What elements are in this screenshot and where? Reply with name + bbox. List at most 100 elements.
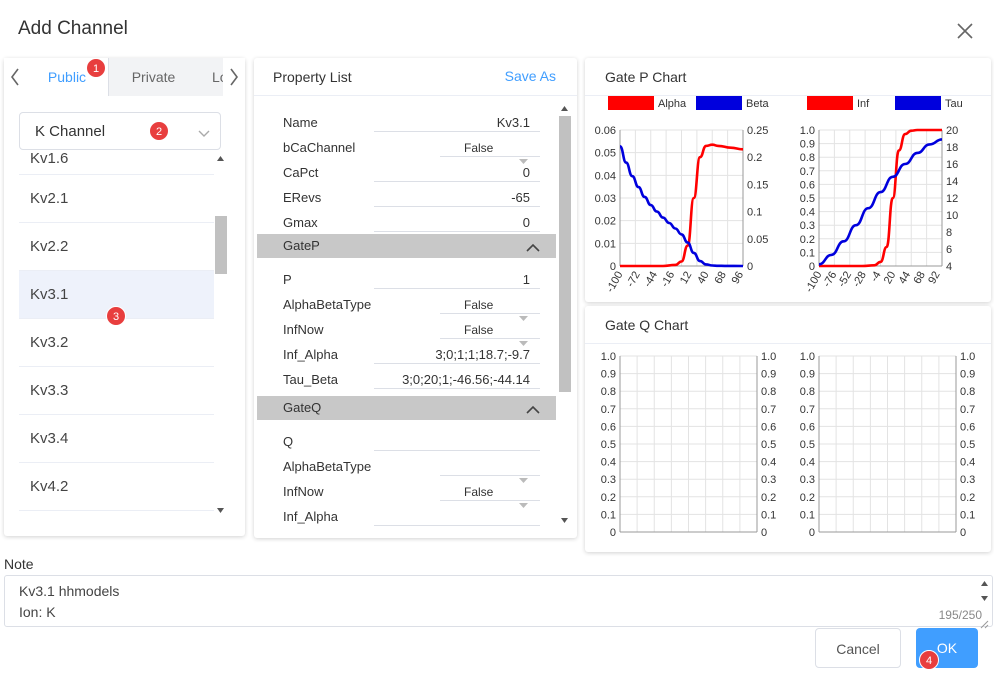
section-gatep[interactable]: GateP — [257, 234, 556, 258]
q-infnow-select[interactable]: False — [440, 479, 540, 508]
y-tick-label-left: 0.3 — [800, 220, 815, 232]
section-gateq[interactable]: GateQ — [257, 396, 556, 420]
prop-q-alphabetatype-row: AlphaBetaType — [254, 454, 556, 483]
close-icon[interactable] — [954, 20, 976, 42]
scroll-down-icon[interactable] — [978, 592, 991, 605]
scroll-up-icon[interactable] — [214, 152, 227, 165]
list-item[interactable]: Kv3.4 — [19, 415, 214, 463]
q-alphabetatype-select[interactable] — [440, 454, 540, 483]
gmax-field[interactable]: 0 — [374, 210, 540, 232]
scroll-thumb[interactable] — [215, 216, 227, 274]
list-item[interactable]: Kv2.1 — [19, 175, 214, 223]
tabs-prev-icon[interactable] — [4, 58, 26, 96]
prop-label: Tau_Beta — [283, 372, 338, 387]
y-tick-label-left: 0.4 — [800, 457, 815, 469]
prop-label: Gmax — [283, 215, 318, 230]
y-tick-label-left: 0.6 — [800, 179, 815, 191]
prop-alphabetatype-row: AlphaBetaType False — [254, 292, 556, 321]
x-tick-label: -52 — [836, 270, 854, 290]
y-tick-label-right: 18 — [946, 142, 958, 154]
y-tick-label-right: 0.2 — [960, 492, 975, 504]
y-tick-label-right: 0.05 — [747, 234, 768, 246]
chevron-up-icon[interactable] — [526, 401, 540, 417]
select-value: False — [464, 298, 494, 312]
list-item[interactable]: Kv4.2 — [19, 463, 214, 511]
y-tick-label-left: 1.0 — [800, 125, 815, 137]
y-tick-label-right: 0.15 — [747, 179, 768, 191]
y-tick-label-left: 0.02 — [595, 216, 616, 228]
y-tick-label-left: 0.2 — [800, 234, 815, 246]
y-tick-label-right: 0.4 — [960, 457, 975, 469]
q-field[interactable] — [374, 429, 540, 451]
list-item[interactable]: Kv1.6 — [19, 152, 214, 175]
x-tick-label: -72 — [624, 270, 642, 290]
select-value: False — [464, 141, 494, 155]
x-tick-label: -4 — [868, 270, 883, 284]
y-tick-label-right: 0.7 — [960, 404, 975, 416]
q-inf-alpha-field[interactable] — [374, 504, 540, 526]
y-tick-label-left: 0.4 — [601, 457, 616, 469]
tab-private[interactable]: Private — [108, 58, 198, 96]
tabs-next-icon[interactable] — [223, 58, 245, 96]
y-tick-label-left: 0.8 — [800, 386, 815, 398]
y-tick-label-left: 0.1 — [800, 247, 815, 259]
y-tick-label-right: 14 — [946, 176, 958, 188]
name-field[interactable]: Kv3.1 — [374, 110, 540, 132]
prop-label: InfNow — [283, 322, 324, 337]
gate-p-chart-header: Gate P Chart — [585, 58, 991, 96]
channel-list-scrollbar[interactable] — [214, 152, 227, 519]
prop-label: Name — [283, 115, 318, 130]
scroll-up-icon[interactable] — [978, 577, 991, 590]
y-tick-label-right: 0 — [960, 527, 966, 539]
x-tick-label: -44 — [642, 270, 660, 290]
scroll-down-icon[interactable] — [558, 514, 571, 527]
scroll-up-icon[interactable] — [558, 102, 571, 115]
y-tick-label-left: 0.6 — [800, 421, 815, 433]
step-badge-3: 3 — [106, 306, 126, 326]
y-tick-label-left: 1.0 — [601, 351, 616, 363]
list-item[interactable]: Kv2.2 — [19, 223, 214, 271]
channel-list: Kv1.6 Kv2.1 Kv2.2 Kv3.1 Kv3.2 Kv3.3 Kv3.… — [19, 152, 214, 519]
save-as-link[interactable]: Save As — [505, 68, 556, 84]
legend-label: Alpha — [658, 98, 687, 110]
cancel-button[interactable]: Cancel — [815, 628, 901, 668]
prop-capct-row: CaPct 0 — [254, 160, 556, 185]
scroll-thumb[interactable] — [559, 116, 571, 392]
list-item[interactable]: Kv3.2 — [19, 319, 214, 367]
select-value: False — [464, 485, 494, 499]
note-textarea[interactable]: Kv3.1 hhmodels Ion: K 195/250 — [4, 575, 993, 629]
alphabetatype-select[interactable]: False — [440, 292, 540, 321]
prop-p-row: P 1 — [254, 267, 556, 292]
list-item[interactable]: Kv3.3 — [19, 367, 214, 415]
y-tick-label-left: 0.3 — [601, 474, 616, 486]
gate-p-chart: 00.010.020.030.040.050.0600.050.10.150.2… — [595, 96, 963, 295]
resize-grip-icon[interactable] — [980, 616, 989, 632]
bcachannel-select[interactable]: False — [440, 135, 540, 164]
y-tick-label-right: 0.8 — [761, 386, 776, 398]
gate-q-chart-title: Gate Q Chart — [605, 317, 689, 333]
p-field[interactable]: 1 — [374, 267, 540, 289]
tau-beta-field[interactable]: 3;0;20;1;-46.56;-44.14 — [374, 367, 540, 389]
y-tick-label-right: 10 — [946, 210, 958, 222]
legend-label: Tau — [945, 98, 963, 110]
gate-q-chart-panel: Gate Q Chart 0 0.1 0.2 0.3 0.4 0.5 0.6 0.7 0.8 0.… — [585, 306, 991, 552]
note-label: Note — [4, 556, 34, 572]
y-tick-label-left: 0.8 — [601, 386, 616, 398]
channel-category-select[interactable]: K Channel — [19, 112, 221, 150]
inf-alpha-field[interactable]: 3;0;1;1;18.7;-9.7 — [374, 342, 540, 364]
y-tick-label-right: 0.9 — [761, 369, 776, 381]
y-tick-label-left: 0.5 — [800, 439, 815, 451]
infnow-select[interactable]: False — [440, 317, 540, 346]
chevron-up-icon[interactable] — [526, 239, 540, 255]
erevs-field[interactable]: -65 — [374, 185, 540, 207]
capct-field[interactable]: 0 — [374, 160, 540, 182]
property-list-header: Property List Save As — [254, 58, 577, 96]
scroll-down-icon[interactable] — [214, 504, 227, 517]
x-tick-label: 92 — [926, 270, 943, 287]
property-list-scrollbar[interactable] — [558, 102, 571, 528]
y-tick-label-left: 0.01 — [595, 238, 616, 250]
y-tick-label-right: 12 — [946, 193, 958, 205]
note-scrollbar[interactable] — [978, 576, 991, 606]
y-tick-label-right: 0.4 — [761, 457, 776, 469]
property-list-title: Property List — [273, 69, 352, 85]
